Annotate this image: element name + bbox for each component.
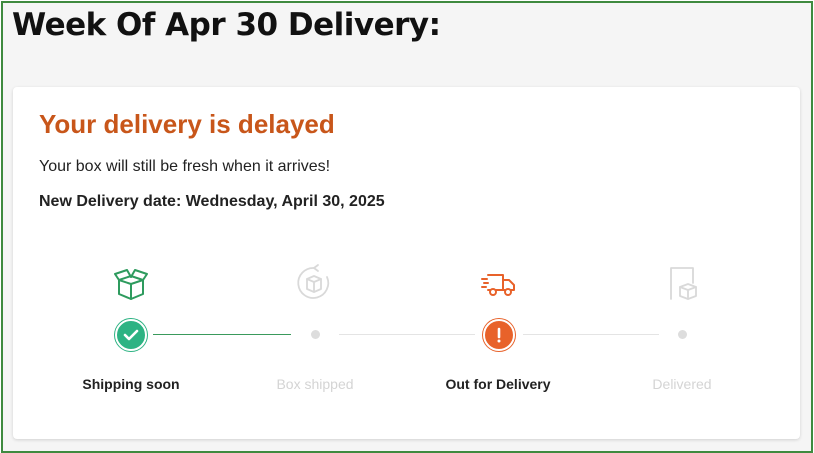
delivery-status-title: Your delivery is delayed xyxy=(39,109,335,139)
screenshot-frame: Week Of Apr 30 Delivery: Your delivery i… xyxy=(1,1,813,453)
progress-line-complete xyxy=(153,334,291,335)
step-pending-dot xyxy=(311,330,320,339)
page-title: Week Of Apr 30 Delivery: xyxy=(12,7,441,43)
step-pending-dot xyxy=(678,330,687,339)
delivery-truck-icon xyxy=(479,263,519,303)
progress-line-pending xyxy=(339,334,475,335)
step-alert-badge xyxy=(483,319,515,351)
step-label-box-shipped: Box shipped xyxy=(276,376,354,392)
delivery-status-card: Your delivery is delayed Your box will s… xyxy=(13,87,800,439)
step-complete-badge xyxy=(115,319,147,351)
new-delivery-date: New Delivery date: Wednesday, April 30, … xyxy=(39,193,385,210)
box-at-door-icon xyxy=(663,263,703,303)
step-label-delivered: Delivered xyxy=(652,376,712,392)
box-shipped-icon xyxy=(294,263,334,303)
exclamation-icon xyxy=(497,327,501,343)
delivery-status-message: Your box will still be fresh when it arr… xyxy=(39,158,331,175)
step-label-out-for-delivery: Out for Delivery xyxy=(445,376,551,392)
progress-line-pending xyxy=(523,334,659,335)
step-label-shipping-soon: Shipping soon xyxy=(82,376,180,392)
open-box-icon xyxy=(111,263,151,303)
check-icon xyxy=(123,329,139,341)
